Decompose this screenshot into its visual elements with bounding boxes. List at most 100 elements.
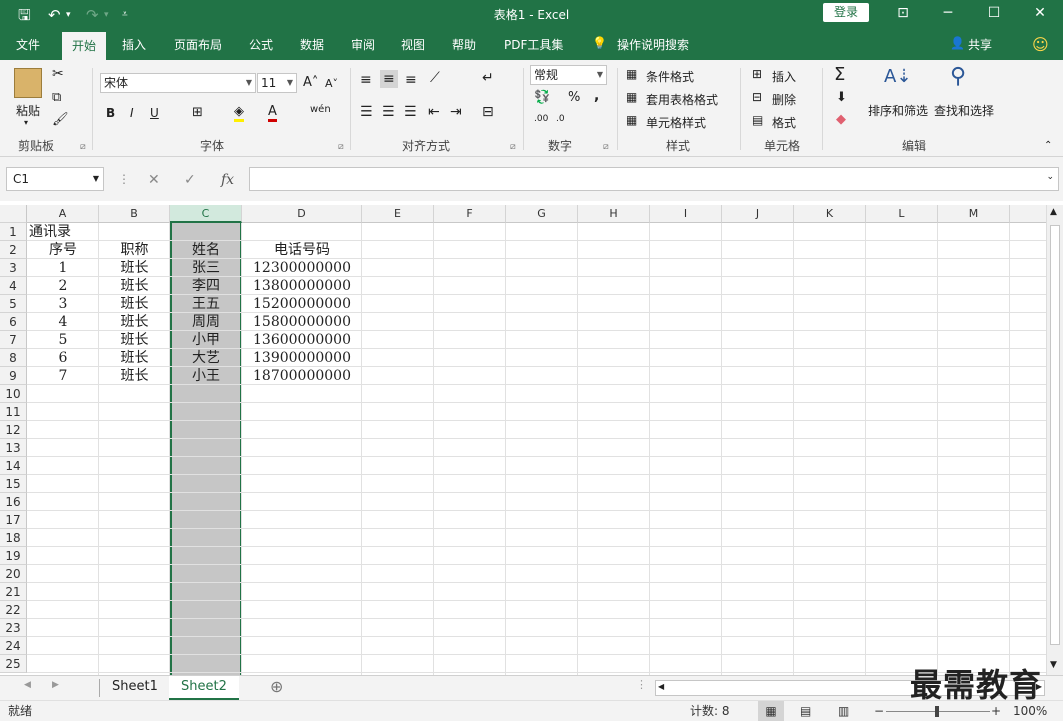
- data-cell[interactable]: 7: [27, 367, 99, 385]
- data-cell[interactable]: 2: [27, 277, 99, 295]
- align-bottom-icon[interactable]: ≡: [405, 72, 417, 88]
- row-header-23[interactable]: 23: [0, 619, 27, 637]
- bold-button[interactable]: B: [106, 106, 115, 120]
- data-cell[interactable]: 15200000000: [242, 295, 362, 313]
- column-header-b[interactable]: B: [99, 205, 170, 223]
- row-header-2[interactable]: 2: [0, 241, 27, 259]
- formula-input[interactable]: ⌄: [249, 167, 1059, 191]
- data-cell[interactable]: 4: [27, 313, 99, 331]
- data-cell[interactable]: 6: [27, 349, 99, 367]
- row-header-21[interactable]: 21: [0, 583, 27, 601]
- tab-formulas[interactable]: 公式: [249, 36, 273, 53]
- conditional-format-button[interactable]: 条件格式: [646, 68, 694, 85]
- column-header-j[interactable]: J: [722, 205, 794, 223]
- data-cell[interactable]: 班长: [99, 331, 170, 349]
- row-header-11[interactable]: 11: [0, 403, 27, 421]
- tell-me-search[interactable]: 操作说明搜索: [617, 36, 689, 53]
- font-name-select[interactable]: 宋体 ▼: [100, 73, 256, 93]
- row-header-1[interactable]: 1: [0, 223, 27, 241]
- data-cell[interactable]: 班长: [99, 313, 170, 331]
- underline-button[interactable]: U: [150, 106, 159, 120]
- fill-icon[interactable]: ⬇: [836, 90, 847, 105]
- row-header-20[interactable]: 20: [0, 565, 27, 583]
- column-header-g[interactable]: G: [506, 205, 578, 223]
- find-select-button[interactable]: 查找和选择: [934, 102, 994, 119]
- tab-split-handle-icon[interactable]: ⋮: [636, 678, 647, 691]
- copy-icon[interactable]: ⧉: [52, 90, 61, 105]
- data-cell[interactable]: 班长: [99, 259, 170, 277]
- login-button[interactable]: 登录: [823, 3, 869, 22]
- row-header-5[interactable]: 5: [0, 295, 27, 313]
- increase-indent-icon[interactable]: ⇥: [450, 104, 462, 120]
- data-cell[interactable]: 张三: [170, 259, 242, 277]
- format-cells-button[interactable]: 格式: [772, 114, 796, 131]
- align-right-icon[interactable]: ☰: [404, 104, 417, 120]
- sheet-tab-sheet1[interactable]: Sheet1: [100, 676, 170, 700]
- border-icon[interactable]: ⊞: [192, 105, 203, 120]
- data-cell[interactable]: 周周: [170, 313, 242, 331]
- column-header-k[interactable]: K: [794, 205, 866, 223]
- data-cell[interactable]: 1: [27, 259, 99, 277]
- scroll-left-icon[interactable]: ◀: [658, 682, 664, 691]
- smiley-feedback-icon[interactable]: ☺: [1032, 35, 1049, 54]
- sheet-tab-sheet2[interactable]: Sheet2: [169, 676, 239, 700]
- decrease-indent-icon[interactable]: ⇤: [428, 104, 440, 120]
- next-sheet-icon[interactable]: ▶: [52, 680, 59, 690]
- select-all-corner[interactable]: [0, 205, 27, 223]
- row-header-12[interactable]: 12: [0, 421, 27, 439]
- cell-a1-title[interactable]: 通讯录: [27, 223, 99, 241]
- percent-button[interactable]: %: [568, 90, 580, 105]
- number-format-select[interactable]: 常规 ▼: [530, 65, 607, 85]
- row-header-9[interactable]: 9: [0, 367, 27, 385]
- row-header-22[interactable]: 22: [0, 601, 27, 619]
- sort-filter-button[interactable]: 排序和筛选: [868, 102, 928, 119]
- row-header-8[interactable]: 8: [0, 349, 27, 367]
- row-header-7[interactable]: 7: [0, 331, 27, 349]
- header-cell[interactable]: 姓名: [170, 241, 242, 259]
- page-layout-view-icon[interactable]: ▤: [800, 701, 811, 722]
- align-center-icon[interactable]: ☰: [382, 104, 395, 120]
- tab-help[interactable]: 帮助: [452, 36, 476, 53]
- zoom-slider-thumb[interactable]: [935, 706, 939, 717]
- column-header-e[interactable]: E: [362, 205, 434, 223]
- autosum-icon[interactable]: Σ: [834, 64, 845, 85]
- data-cell[interactable]: 18700000000: [242, 367, 362, 385]
- increase-font-icon[interactable]: A˄: [303, 75, 318, 90]
- column-header-a[interactable]: A: [27, 205, 99, 223]
- row-header-4[interactable]: 4: [0, 277, 27, 295]
- ribbon-display-options-icon[interactable]: ⊡: [880, 0, 926, 28]
- row-header-17[interactable]: 17: [0, 511, 27, 529]
- row-header-10[interactable]: 10: [0, 385, 27, 403]
- row-header-15[interactable]: 15: [0, 475, 27, 493]
- data-cell[interactable]: 班长: [99, 277, 170, 295]
- close-icon[interactable]: ✕: [1017, 0, 1063, 28]
- column-header-d[interactable]: D: [242, 205, 362, 223]
- number-launcher-icon[interactable]: ⧄: [603, 142, 609, 152]
- data-cell[interactable]: 13600000000: [242, 331, 362, 349]
- row-header-25[interactable]: 25: [0, 655, 27, 673]
- data-cell[interactable]: 小王: [170, 367, 242, 385]
- comma-button[interactable]: ,: [594, 88, 599, 104]
- insert-cells-button[interactable]: 插入: [772, 68, 796, 85]
- table-format-button[interactable]: 套用表格格式: [646, 91, 718, 108]
- tab-data[interactable]: 数据: [300, 36, 324, 53]
- worksheet-grid[interactable]: A B C D E F G H I J K L M 1 2 3 4 5 6 7 8 9 10 11 12 13 14 15 16 17 18…: [0, 205, 1063, 675]
- align-middle-icon[interactable]: ≡: [380, 70, 398, 88]
- row-header-3[interactable]: 3: [0, 259, 27, 277]
- format-painter-icon[interactable]: 🖌: [52, 112, 69, 127]
- cancel-icon[interactable]: ✕: [148, 172, 160, 188]
- maximize-icon[interactable]: ☐: [971, 0, 1017, 28]
- tab-review[interactable]: 审阅: [351, 36, 375, 53]
- data-cell[interactable]: 13900000000: [242, 349, 362, 367]
- decrease-decimal-icon[interactable]: .0: [556, 114, 565, 124]
- merge-center-icon[interactable]: ⊟: [482, 104, 494, 120]
- enter-icon[interactable]: ✓: [184, 172, 196, 188]
- data-cell[interactable]: 5: [27, 331, 99, 349]
- data-cell[interactable]: 大艺: [170, 349, 242, 367]
- paste-icon[interactable]: [14, 68, 42, 98]
- expand-formula-icon[interactable]: ⌄: [1046, 172, 1054, 182]
- column-header-l[interactable]: L: [866, 205, 938, 223]
- share-button[interactable]: 共享: [968, 36, 992, 53]
- data-cell[interactable]: 12300000000: [242, 259, 362, 277]
- minimize-icon[interactable]: ─: [925, 0, 971, 28]
